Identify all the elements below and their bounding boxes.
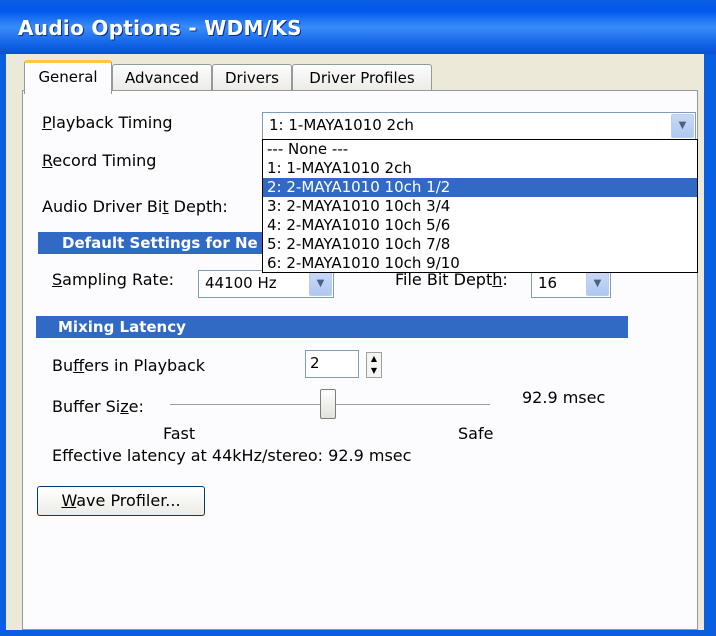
chevron-down-icon[interactable]: ▼ xyxy=(671,114,694,138)
slider-max-label: Safe xyxy=(458,424,494,443)
window-border-bottom xyxy=(0,630,716,636)
dropdown-option[interactable]: 2: 2-MAYA1010 10ch 1/2 xyxy=(263,178,697,197)
wave-profiler-button[interactable]: Wave Profiler... xyxy=(37,486,205,516)
buffer-size-label: Buffer Size: xyxy=(52,397,144,416)
title-bar[interactable]: Audio Options - WDM/KS xyxy=(0,0,716,54)
mixing-latency-header: Mixing Latency xyxy=(36,316,628,338)
slider-min-label: Fast xyxy=(163,424,196,443)
audio-driver-bit-depth-label: Audio Driver Bit Depth: xyxy=(42,197,228,216)
chevron-down-icon[interactable]: ▼ xyxy=(586,272,609,296)
buffers-in-playback-value: 2 xyxy=(310,354,320,372)
dropdown-option[interactable]: --- None --- xyxy=(263,140,697,159)
buffers-in-playback-input[interactable]: 2 xyxy=(305,350,359,378)
tab-advanced[interactable]: Advanced xyxy=(112,64,212,91)
tab-drivers[interactable]: Drivers xyxy=(212,64,292,91)
buffers-spin-buttons[interactable]: ▲ ▼ xyxy=(366,352,382,378)
file-bit-depth-select[interactable]: 16 ▼ xyxy=(531,270,611,298)
effective-latency-text: Effective latency at 44kHz/stereo: 92.9 … xyxy=(52,446,412,465)
buffer-size-readout: 92.9 msec xyxy=(522,388,606,407)
dropdown-option[interactable]: 1: 1-MAYA1010 2ch xyxy=(263,159,697,178)
buffer-size-slider-thumb[interactable] xyxy=(319,389,336,419)
sampling-rate-value: 44100 Hz xyxy=(205,274,277,292)
file-bit-depth-value: 16 xyxy=(538,274,558,292)
sampling-rate-label: Sampling Rate: xyxy=(52,270,175,289)
spin-up-icon[interactable]: ▲ xyxy=(367,353,381,365)
spin-down-icon[interactable]: ▼ xyxy=(367,365,381,377)
dropdown-option[interactable]: 5: 2-MAYA1010 10ch 7/8 xyxy=(263,235,697,254)
playback-timing-select[interactable]: 1: 1-MAYA1010 2ch ▼ xyxy=(262,112,696,140)
playback-timing-label: Playback Timing xyxy=(42,113,173,132)
default-settings-header: Default Settings for Ne xyxy=(38,232,286,254)
chevron-down-icon[interactable]: ▼ xyxy=(309,272,332,296)
dropdown-option[interactable]: 4: 2-MAYA1010 10ch 5/6 xyxy=(263,216,697,235)
sampling-rate-select[interactable]: 44100 Hz ▼ xyxy=(198,270,334,298)
playback-timing-dropdown-list[interactable]: --- None --- 1: 1-MAYA1010 2ch 2: 2-MAYA… xyxy=(262,139,698,273)
playback-timing-value: 1: 1-MAYA1010 2ch xyxy=(269,116,414,134)
window-border-right xyxy=(704,54,716,636)
tab-driver-profiles[interactable]: Driver Profiles xyxy=(292,64,432,91)
dropdown-option[interactable]: 6: 2-MAYA1010 10ch 9/10 xyxy=(263,254,697,273)
window-title: Audio Options - WDM/KS xyxy=(18,16,302,40)
record-timing-label: Record Timing xyxy=(42,151,157,170)
buffers-in-playback-label: Buffers in Playback xyxy=(52,356,206,375)
dropdown-option[interactable]: 3: 2-MAYA1010 10ch 3/4 xyxy=(263,197,697,216)
tab-general[interactable]: General xyxy=(24,60,112,94)
